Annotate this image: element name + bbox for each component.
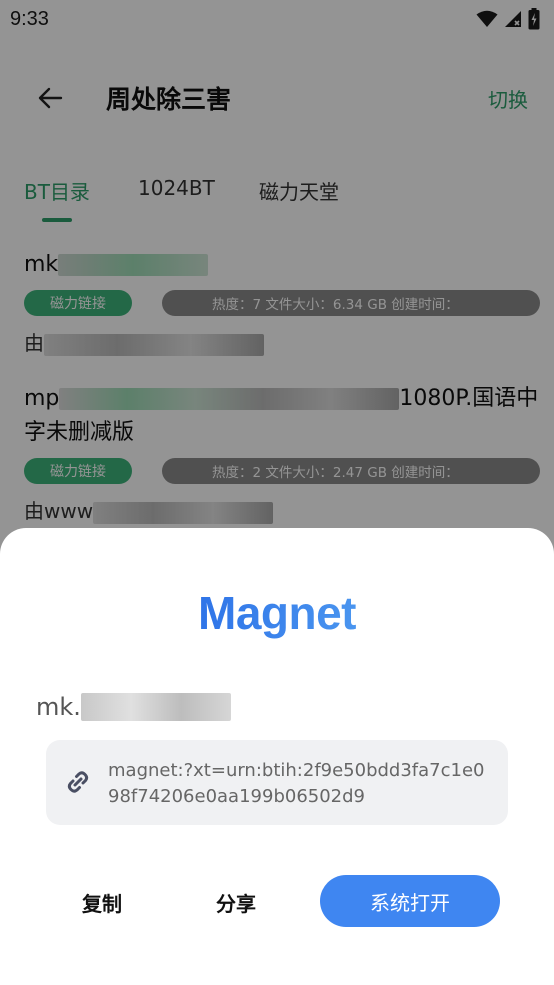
magnet-logo: Magnet	[0, 586, 554, 640]
blurred-text	[80, 693, 231, 721]
system-open-button[interactable]: 系统打开	[320, 875, 500, 927]
sheet-file-name-prefix: mk.	[36, 693, 81, 721]
sheet-file-name: mk.	[36, 690, 231, 724]
magnet-logo-text: Magnet	[198, 587, 357, 639]
magnet-link-text: magnet:?xt=urn:btih:2f9e50bdd3fa7c1e098f…	[108, 760, 485, 807]
link-icon	[67, 771, 89, 793]
share-button[interactable]: 分享	[216, 888, 256, 917]
magnet-link-box[interactable]: magnet:?xt=urn:btih:2f9e50bdd3fa7c1e098f…	[46, 740, 508, 825]
copy-button[interactable]: 复制	[82, 888, 122, 917]
sheet-actions: 复制 分享 系统打开	[0, 874, 554, 928]
magnet-bottom-sheet: Magnet mk. magnet:?xt=urn:btih:2f9e50bdd…	[0, 528, 554, 985]
